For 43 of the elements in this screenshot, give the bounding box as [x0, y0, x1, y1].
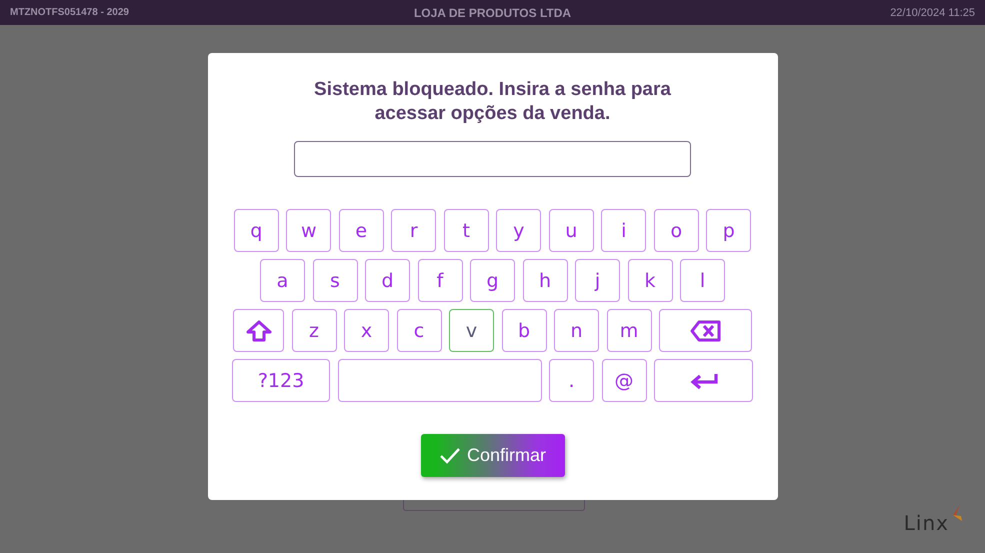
keyboard-key[interactable]: x — [344, 309, 389, 352]
keyboard-key[interactable]: v — [449, 309, 494, 352]
keyboard-key[interactable]: e — [338, 209, 384, 252]
keyboard-key[interactable]: j — [575, 259, 620, 302]
keyboard-key[interactable]: . — [549, 359, 594, 402]
keyboard-key[interactable]: g — [470, 259, 515, 302]
checkmark-icon — [438, 446, 461, 464]
backspace-key[interactable] — [659, 309, 752, 352]
keyboard-key[interactable]: q — [234, 209, 279, 252]
keyboard-key[interactable]: i — [601, 209, 646, 252]
keyboard-key[interactable]: n — [554, 309, 599, 352]
logo-text: Linx — [904, 511, 949, 535]
keyboard-key[interactable]: u — [548, 209, 594, 252]
confirm-button[interactable]: Confirmar — [420, 434, 564, 477]
symbols-key[interactable]: ?123 — [232, 359, 330, 402]
enter-key[interactable] — [654, 359, 753, 402]
keyboard-key[interactable]: p — [706, 209, 752, 252]
keyboard-key[interactable]: k — [628, 259, 672, 302]
keyboard-key[interactable]: a — [260, 259, 305, 302]
keyboard-key[interactable]: @ — [602, 359, 646, 402]
keyboard-key[interactable]: m — [606, 309, 652, 352]
terminal-id: MTZNOTFS051478 - 2029 — [10, 7, 130, 18]
backspace-icon — [690, 320, 722, 342]
store-name: LOJA DE PRODUTOS LTDA — [412, 6, 572, 20]
keyboard-key[interactable]: c — [396, 309, 442, 352]
date-time: 22/10/2024 11:25 — [890, 6, 976, 18]
keyboard-key[interactable]: f — [418, 259, 462, 302]
keyboard-key[interactable]: b — [502, 309, 546, 352]
enter-icon — [688, 372, 718, 390]
keyboard-key[interactable]: t — [444, 209, 489, 252]
keyboard-key[interactable]: r — [391, 209, 436, 252]
keyboard-key[interactable]: z — [292, 309, 336, 352]
keyboard-key[interactable]: w — [286, 209, 332, 252]
keyboard-key[interactable]: h — [522, 259, 568, 302]
keyboard-key[interactable]: y — [496, 209, 542, 252]
keyboard-key[interactable]: o — [654, 209, 699, 252]
keyboard-key[interactable]: d — [365, 259, 410, 302]
password-field[interactable] — [294, 141, 691, 177]
shift-icon — [246, 320, 272, 342]
keyboard-key[interactable]: s — [312, 259, 358, 302]
keyboard-key[interactable]: l — [680, 259, 725, 302]
lock-message: Sistema bloqueado. Insira a senha para acessar opções da venda. — [313, 78, 672, 126]
shift-key[interactable] — [233, 309, 284, 352]
